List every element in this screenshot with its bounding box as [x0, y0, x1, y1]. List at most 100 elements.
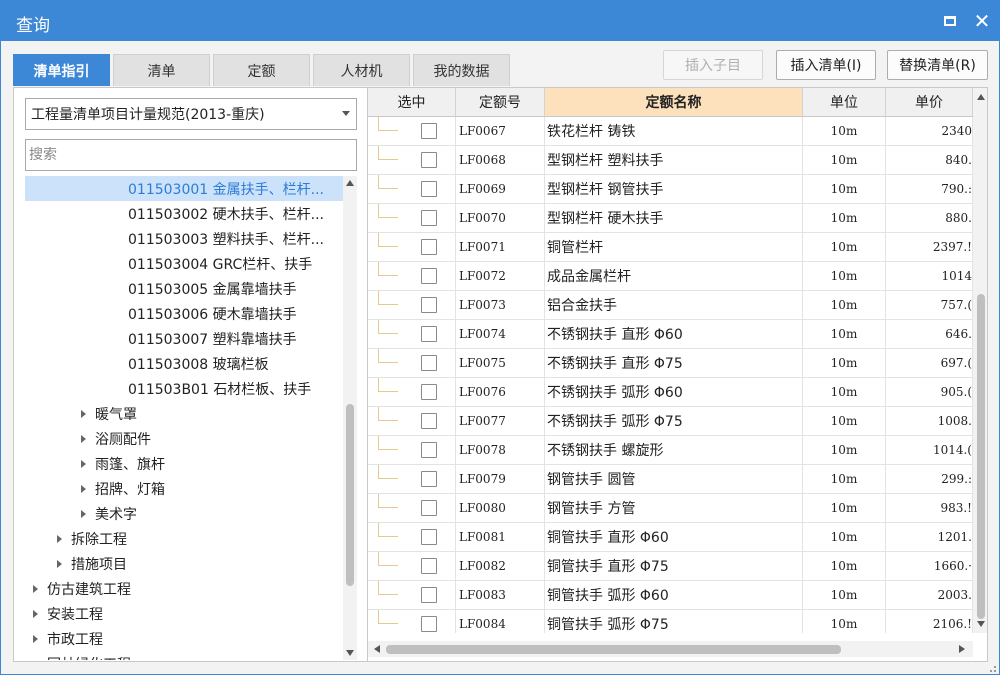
tree-item[interactable]: 安装工程 — [25, 601, 343, 626]
tab-labor-material[interactable]: 人材机 — [313, 54, 410, 86]
tab-my-data[interactable]: 我的数据 — [413, 54, 510, 86]
tab-list[interactable]: 清单 — [113, 54, 210, 86]
grid-horizontal-scrollbar[interactable] — [368, 641, 973, 657]
tree-item[interactable]: 011503006 硬木靠墙扶手 — [25, 301, 343, 326]
tree-item[interactable]: 011503002 硬木扶手、栏杆... — [25, 201, 343, 226]
insert-child-button[interactable]: 插入子目 — [663, 50, 763, 80]
scroll-left-icon[interactable] — [374, 645, 380, 653]
table-row[interactable]: LF0076 不锈钢扶手 弧形 Φ60 10m 905.( — [368, 378, 973, 407]
col-price[interactable]: 单价 — [886, 88, 973, 117]
scroll-up-icon[interactable] — [346, 180, 354, 186]
expand-arrow-icon[interactable] — [81, 434, 86, 443]
tree-item[interactable]: 011503005 金属靠墙扶手 — [25, 276, 343, 301]
maximize-button[interactable] — [939, 10, 961, 32]
table-row[interactable]: LF0072 成品金属栏杆 10m 1014 — [368, 262, 973, 291]
table-row[interactable]: LF0080 钢管扶手 方管 10m 983.! — [368, 494, 973, 523]
title-bar[interactable]: 查询 ✕ — [1, 1, 999, 41]
col-name[interactable]: 定额名称 — [545, 88, 803, 117]
tree-item[interactable]: 美术字 — [25, 501, 343, 526]
row-checkbox[interactable] — [421, 442, 437, 458]
expand-arrow-icon[interactable] — [57, 534, 62, 543]
row-checkbox[interactable] — [421, 616, 437, 632]
expand-arrow-icon[interactable] — [81, 509, 86, 518]
expand-arrow-icon[interactable] — [33, 634, 38, 643]
close-button[interactable]: ✕ — [971, 10, 993, 32]
col-code[interactable]: 定额号 — [456, 88, 545, 117]
row-checkbox[interactable] — [421, 384, 437, 400]
tree-item[interactable]: 市政工程 — [25, 626, 343, 651]
row-checkbox[interactable] — [421, 529, 437, 545]
row-checkbox[interactable] — [421, 326, 437, 342]
expand-arrow-icon[interactable] — [81, 459, 86, 468]
tree-item[interactable]: 拆除工程 — [25, 526, 343, 551]
tree-item[interactable]: 011503001 金属扶手、栏杆... — [25, 176, 343, 201]
scroll-up-icon[interactable] — [977, 94, 985, 100]
tree-scroll-thumb[interactable] — [346, 404, 354, 586]
tree-item[interactable]: 仿古建筑工程 — [25, 576, 343, 601]
tree-item[interactable]: 园林绿化工程 — [25, 651, 343, 660]
table-row[interactable]: LF0071 铜管栏杆 10m 2397.! — [368, 233, 973, 262]
table-row[interactable]: LF0069 型钢栏杆 钢管扶手 10m 790.: — [368, 175, 973, 204]
tree-item[interactable]: 暖气罩 — [25, 401, 343, 426]
tab-quota[interactable]: 定额 — [213, 54, 310, 86]
row-checkbox[interactable] — [421, 587, 437, 603]
table-row[interactable]: LF0073 铝合金扶手 10m 757.( — [368, 291, 973, 320]
grid-hscroll-thumb[interactable] — [386, 645, 841, 654]
standard-select[interactable]: 工程量清单项目计量规范(2013-重庆) — [25, 98, 357, 130]
tree-scrollbar[interactable] — [343, 176, 357, 660]
row-checkbox[interactable] — [421, 471, 437, 487]
table-row[interactable]: LF0082 铜管扶手 直形 Φ75 10m 1660.· — [368, 552, 973, 581]
tree-item[interactable]: 011503007 塑料靠墙扶手 — [25, 326, 343, 351]
grid-vertical-scrollbar[interactable] — [973, 88, 987, 633]
tree-item[interactable]: 011503B01 石材栏板、扶手 — [25, 376, 343, 401]
tree-item[interactable]: 011503008 玻璃栏板 — [25, 351, 343, 376]
cell-price: 2340 — [886, 117, 973, 145]
insert-list-button[interactable]: 插入清单(I) — [776, 50, 876, 80]
table-row[interactable]: LF0070 型钢栏杆 硬木扶手 10m 880. — [368, 204, 973, 233]
scroll-down-icon[interactable] — [977, 621, 985, 627]
table-row[interactable]: LF0068 型钢栏杆 塑料扶手 10m 840. — [368, 146, 973, 175]
col-select[interactable]: 选中 — [368, 88, 456, 117]
tree-item[interactable]: 雨篷、旗杆 — [25, 451, 343, 476]
expand-arrow-icon[interactable] — [81, 409, 86, 418]
expand-arrow-icon[interactable] — [33, 584, 38, 593]
table-row[interactable]: LF0075 不锈钢扶手 直形 Φ75 10m 697.( — [368, 349, 973, 378]
expand-arrow-icon[interactable] — [33, 609, 38, 618]
table-row[interactable]: LF0081 铜管扶手 直形 Φ60 10m 1201. — [368, 523, 973, 552]
replace-list-button[interactable]: 替换清单(R) — [887, 50, 988, 80]
tree-line — [378, 436, 398, 450]
scroll-down-icon[interactable] — [346, 650, 354, 656]
table-row[interactable]: LF0083 铜管扶手 弧形 Φ60 10m 2003. — [368, 581, 973, 610]
expand-arrow-icon[interactable] — [33, 659, 38, 660]
row-checkbox[interactable] — [421, 558, 437, 574]
resize-grip-icon[interactable] — [986, 662, 998, 674]
row-checkbox[interactable] — [421, 355, 437, 371]
row-checkbox[interactable] — [421, 181, 437, 197]
row-checkbox[interactable] — [421, 413, 437, 429]
row-checkbox[interactable] — [421, 297, 437, 313]
table-row[interactable]: LF0078 不锈钢扶手 螺旋形 10m 1014.( — [368, 436, 973, 465]
table-row[interactable]: LF0074 不锈钢扶手 直形 Φ60 10m 646. — [368, 320, 973, 349]
table-row[interactable]: LF0079 钢管扶手 圆管 10m 299.: — [368, 465, 973, 494]
tree-item[interactable]: 招牌、灯箱 — [25, 476, 343, 501]
row-checkbox[interactable] — [421, 123, 437, 139]
tree-item[interactable]: 措施项目 — [25, 551, 343, 576]
row-checkbox[interactable] — [421, 500, 437, 516]
row-checkbox[interactable] — [421, 239, 437, 255]
tree-item[interactable]: 011503004 GRC栏杆、扶手 — [25, 251, 343, 276]
tree-item[interactable]: 浴厕配件 — [25, 426, 343, 451]
row-checkbox[interactable] — [421, 152, 437, 168]
table-row[interactable]: LF0077 不锈钢扶手 弧形 Φ75 10m 1008. — [368, 407, 973, 436]
tab-list-guide[interactable]: 清单指引 — [13, 54, 110, 86]
scroll-right-icon[interactable] — [959, 645, 965, 653]
col-unit[interactable]: 单位 — [803, 88, 886, 117]
row-checkbox[interactable] — [421, 210, 437, 226]
row-checkbox[interactable] — [421, 268, 437, 284]
grid-scroll-thumb[interactable] — [977, 294, 985, 619]
search-input[interactable] — [25, 139, 357, 171]
table-row[interactable]: LF0084 铜管扶手 弧形 Φ75 10m 2106.! — [368, 610, 973, 633]
tree-item[interactable]: 011503003 塑料扶手、栏杆... — [25, 226, 343, 251]
table-row[interactable]: LF0067 铁花栏杆 铸铁 10m 2340 — [368, 117, 973, 146]
expand-arrow-icon[interactable] — [81, 484, 86, 493]
expand-arrow-icon[interactable] — [57, 559, 62, 568]
